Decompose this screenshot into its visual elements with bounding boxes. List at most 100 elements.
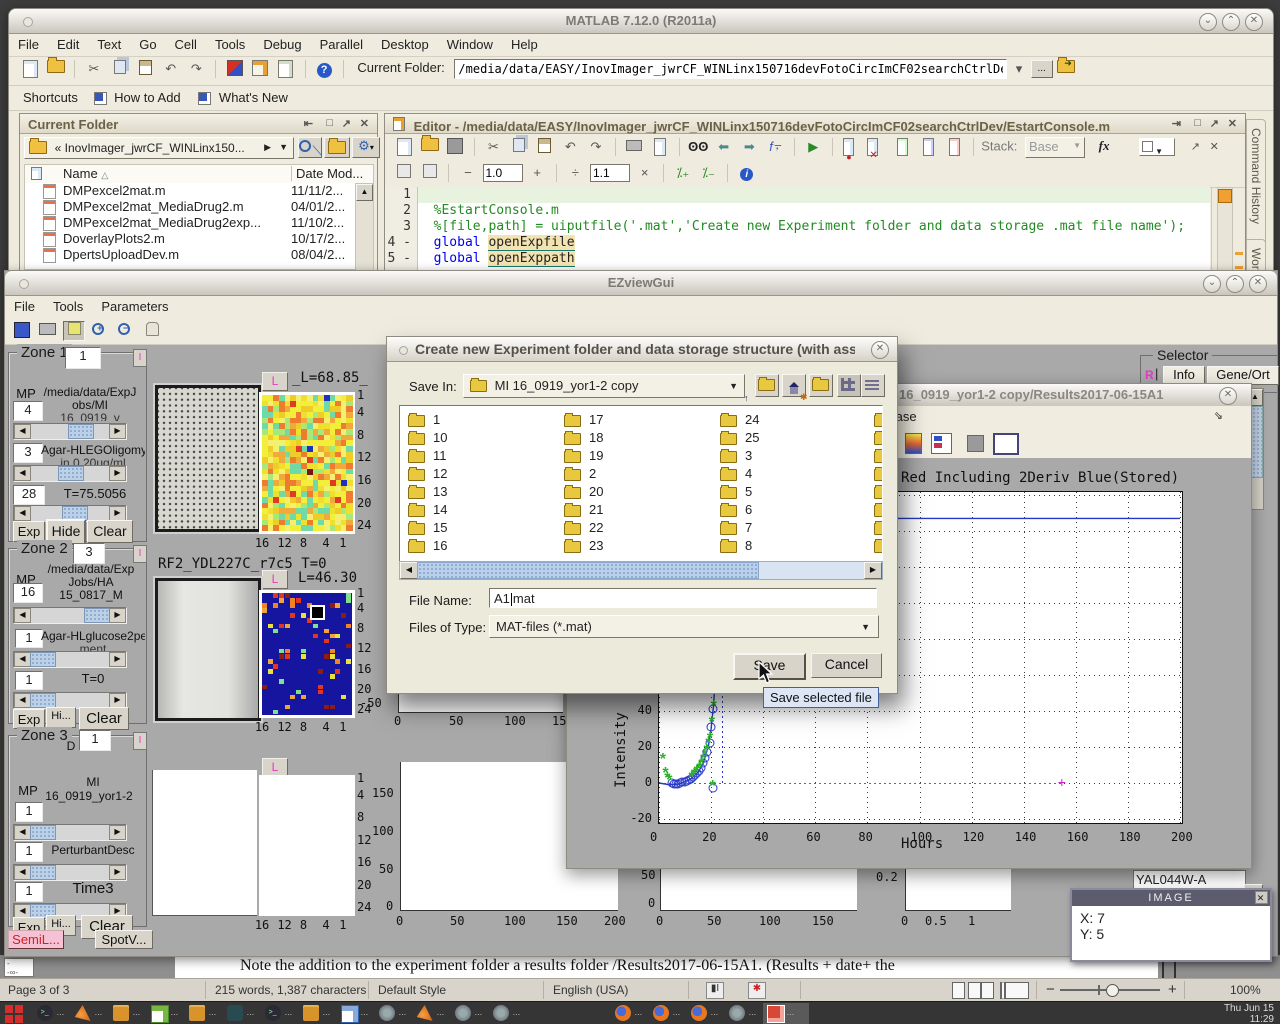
folder-item[interactable]: 21 — [564, 502, 603, 520]
menu-parameters[interactable]: Parameters — [92, 296, 177, 314]
multiply-icon[interactable]: × — [635, 164, 655, 182]
zone2-index-field[interactable]: 3 — [73, 543, 105, 564]
taskbar-item-folder[interactable]: ... — [299, 1003, 337, 1024]
menu-parallel[interactable]: Parallel — [311, 34, 372, 52]
menu-help[interactable]: Help — [502, 34, 547, 52]
maximize-panel-icon[interactable]: □ — [326, 117, 333, 129]
folder-item[interactable] — [874, 448, 883, 466]
cell-value-input[interactable] — [483, 164, 523, 182]
folder-item[interactable] — [874, 466, 883, 484]
files-of-type-dropdown-icon[interactable]: ▼ — [861, 622, 870, 632]
code-line[interactable] — [418, 187, 1210, 203]
taskbar-item-terminal[interactable]: >_... — [33, 1003, 71, 1024]
ezview-maximize-button[interactable]: ⌃ — [1226, 275, 1244, 293]
zone1-exp-button[interactable]: Exp — [13, 521, 45, 542]
close-panel-icon[interactable]: ✕ — [360, 117, 369, 130]
current-folder-path-input[interactable] — [454, 59, 1007, 79]
spotview-button[interactable]: SpotV... — [95, 930, 153, 949]
dialog-close-button[interactable]: ✕ — [871, 341, 889, 359]
code-line[interactable]: %[file,path] = uiputfile('.mat','Create … — [418, 219, 1210, 235]
zone2-plate-image[interactable] — [155, 578, 261, 721]
maximize-panel-icon[interactable]: □ — [1194, 117, 1201, 129]
zone2-clear-button[interactable]: Clear — [79, 707, 129, 730]
folder-item[interactable]: 5 — [720, 484, 759, 502]
slider-left-icon[interactable]: ◀ — [14, 693, 31, 708]
table-row[interactable]: DMPexcel2mat.m11/11/2... — [25, 183, 355, 199]
table-row[interactable]: DMPexcel2mat_MediaDrug2exp...11/10/2... — [25, 215, 355, 231]
breadcrumb-dropdown-icon[interactable]: ▼ — [279, 142, 288, 152]
taskbar-item-writer[interactable]: ... — [337, 1003, 375, 1024]
scroll-left-icon[interactable]: ◀ — [400, 562, 418, 579]
zone1-slider2[interactable]: ◀ ▶ — [13, 465, 127, 482]
save-in-combo[interactable]: MI 16_0919_yor1-2 copy ▼ — [463, 374, 745, 398]
taskbar-item-app-gray[interactable]: ... — [375, 1003, 413, 1024]
copy-icon[interactable] — [110, 60, 130, 78]
step-icon[interactable] — [893, 138, 913, 156]
taskbar-item-firefox[interactable]: ... — [687, 1003, 725, 1024]
cut-icon[interactable]: ✂ — [84, 60, 104, 78]
step-in-icon[interactable] — [918, 138, 938, 156]
slider-thumb[interactable] — [30, 693, 56, 708]
taskbar-item-matlab[interactable]: ... — [71, 1003, 109, 1024]
taskbar-item-active-window[interactable]: ... — [763, 1003, 809, 1024]
zone2-l-button[interactable]: L — [262, 570, 288, 589]
zone2-slider2[interactable]: ◀ ▶ — [13, 651, 127, 668]
folder-item[interactable]: 25 — [720, 430, 759, 448]
folder-item[interactable] — [874, 538, 883, 556]
list-view-button[interactable] — [861, 374, 885, 397]
scrollbar-thumb[interactable] — [1218, 189, 1232, 203]
taskbar-item-firefox[interactable]: ... — [611, 1003, 649, 1024]
taskbar-item-folder[interactable]: ... — [185, 1003, 223, 1024]
zoom-in-icon[interactable]: + — [1168, 981, 1177, 998]
save-icon[interactable] — [445, 138, 465, 156]
annotate-zoom-icon[interactable] — [63, 321, 85, 341]
zone2-heatmap[interactable] — [259, 590, 355, 718]
pin-icon[interactable]: ⇤ — [304, 117, 313, 130]
zone1-field1[interactable]: 4 — [13, 401, 43, 421]
folder-item[interactable]: 19 — [564, 448, 603, 466]
back-icon[interactable]: ⬅ — [714, 138, 734, 156]
folder-item[interactable]: 7 — [720, 520, 759, 538]
slider-left-icon[interactable]: ◀ — [14, 608, 31, 623]
marker-line4-icon[interactable] — [1235, 252, 1243, 255]
expand-icon[interactable]: ⇘ — [1214, 409, 1223, 422]
browse-folder-button[interactable]: ... — [1031, 60, 1053, 78]
breakpoint-clear-icon[interactable]: ✕ — [867, 138, 887, 156]
date-column-header[interactable]: Date Mod... — [291, 166, 363, 181]
dock-icon[interactable]: ⇥ — [1172, 117, 1181, 130]
guide-icon[interactable] — [250, 60, 270, 78]
zone1-field2[interactable]: 3 — [13, 443, 43, 463]
shortcut-icon[interactable] — [94, 92, 107, 105]
slider-right-icon[interactable]: ▶ — [109, 424, 126, 439]
slider-right-icon[interactable]: ▶ — [109, 608, 126, 623]
folder-item[interactable]: 24 — [720, 412, 759, 430]
slider-left-icon[interactable]: ◀ — [14, 466, 31, 481]
folder-item[interactable] — [874, 502, 883, 520]
undo-icon[interactable]: ↶ — [560, 138, 580, 156]
status-style[interactable]: Default Style — [378, 983, 446, 997]
menu-text[interactable]: Text — [88, 34, 130, 52]
list-item[interactable]: YAL044W-A — [1134, 871, 1245, 888]
info-icon[interactable]: i — [737, 164, 757, 182]
folder-item[interactable]: 23 — [564, 538, 603, 556]
colormap-icon[interactable] — [905, 433, 922, 454]
zone1-plate-image[interactable] — [155, 385, 261, 532]
paste-icon[interactable] — [135, 60, 155, 78]
zone1-l-button[interactable]: L — [262, 372, 288, 391]
status-page[interactable]: Page 3 of 3 — [8, 983, 69, 997]
zone2-field2[interactable]: 1 — [15, 629, 43, 648]
taskbar-item-matlab[interactable]: ... — [413, 1003, 451, 1024]
simulink-icon[interactable] — [225, 60, 245, 78]
insert-cell2-icon[interactable] — [420, 164, 440, 182]
open-file-icon[interactable] — [420, 138, 440, 156]
files-of-type-combo[interactable]: MAT-files (*.mat) ▼ — [489, 615, 879, 638]
slider-thumb[interactable] — [68, 424, 94, 439]
matlab-maximize-button[interactable]: ⌃ — [1222, 13, 1240, 31]
status-language[interactable]: English (USA) — [553, 983, 628, 997]
slider-right-icon[interactable]: ▶ — [109, 466, 126, 481]
folder-item[interactable]: 10 — [408, 430, 447, 448]
search-button[interactable]: ⟍ — [298, 137, 322, 158]
slider-right-icon[interactable]: ▶ — [109, 865, 126, 880]
divide-icon[interactable]: ÷ — [565, 164, 585, 182]
close-panel-icon[interactable]: ✕ — [1210, 141, 1219, 153]
